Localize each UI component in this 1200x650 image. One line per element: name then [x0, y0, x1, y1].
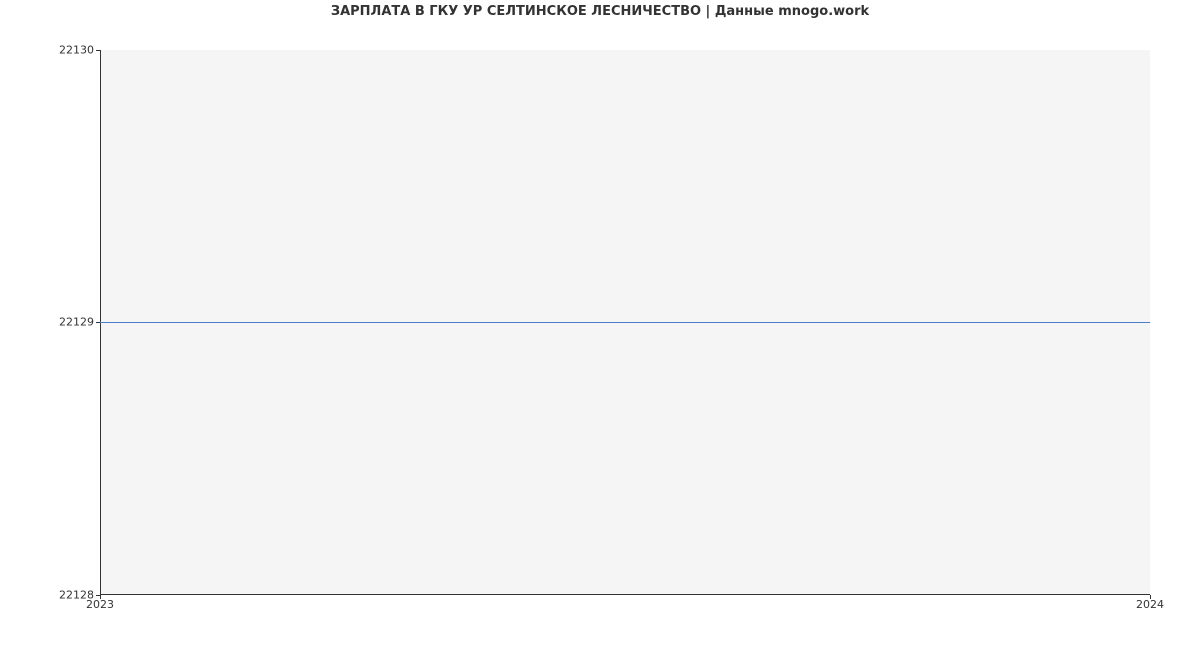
series-line — [100, 322, 1150, 323]
chart-title: ЗАРПЛАТА В ГКУ УР СЕЛТИНСКОЕ ЛЕСНИЧЕСТВО… — [0, 4, 1200, 19]
y-tick-label: 22130 — [4, 44, 94, 57]
x-tick-label: 2023 — [86, 598, 114, 611]
y-tick-label: 22128 — [4, 589, 94, 602]
x-tick-label: 2024 — [1136, 598, 1164, 611]
chart-container: ЗАРПЛАТА В ГКУ УР СЕЛТИНСКОЕ ЛЕСНИЧЕСТВО… — [0, 0, 1200, 650]
x-tick-mark — [100, 595, 101, 599]
x-tick-mark — [1150, 595, 1151, 599]
y-tick-mark — [96, 50, 100, 51]
y-tick-label: 22129 — [4, 316, 94, 329]
